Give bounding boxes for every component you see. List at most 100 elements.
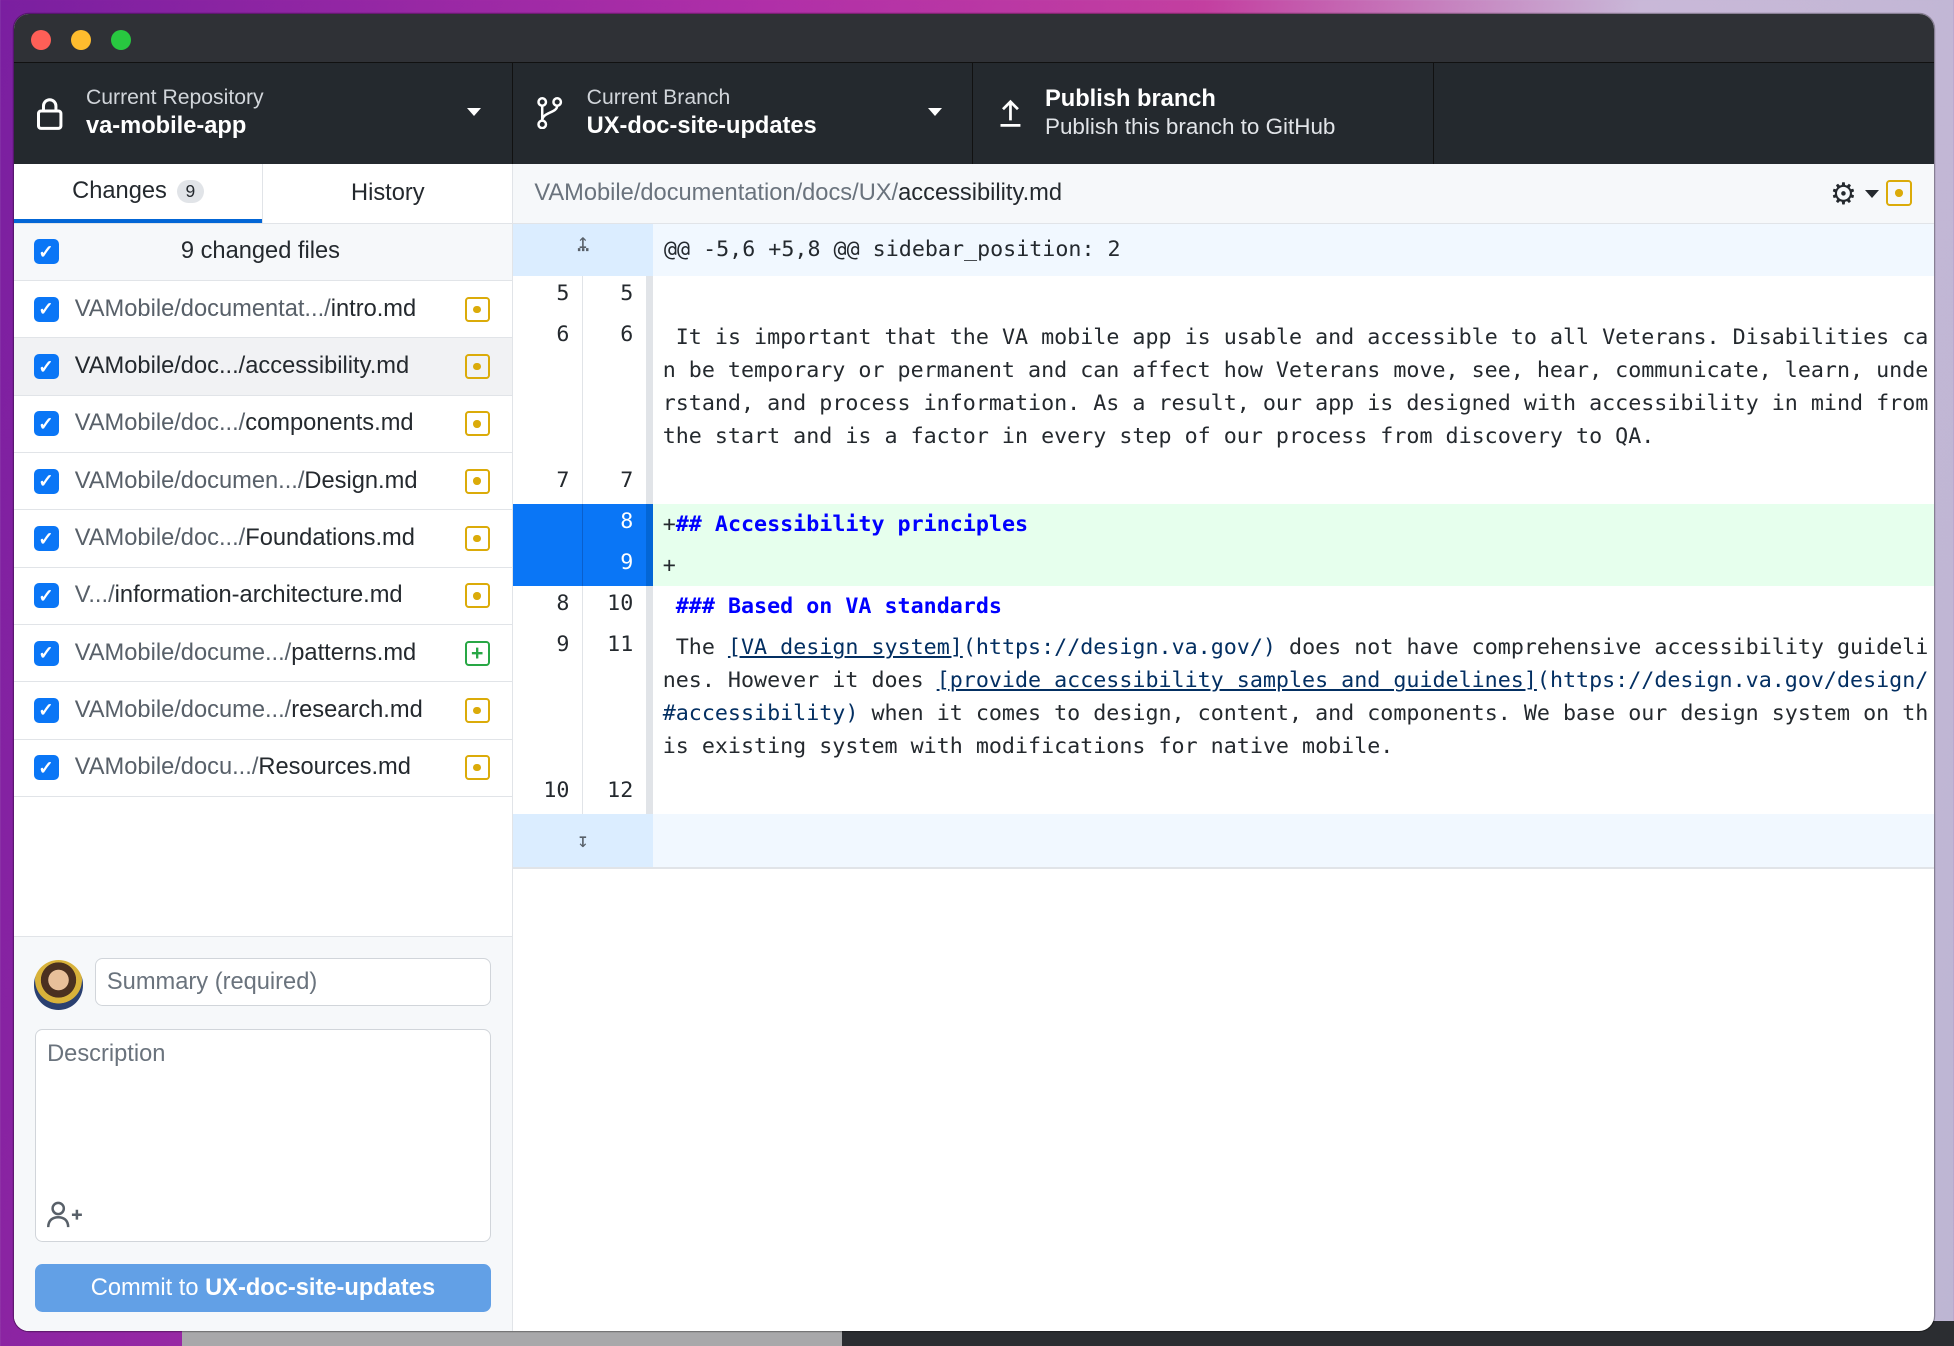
old-line-number[interactable]: 10 (513, 773, 583, 815)
file-path: VAMobile/doc.../accessibility.md (75, 353, 409, 380)
file-list-item[interactable]: ✓ VAMobile/docume.../research.md (13, 682, 513, 740)
select-all-checkbox[interactable]: ✓ (33, 239, 59, 265)
commit-button[interactable]: Commit to UX-doc-site-updates (34, 1264, 491, 1312)
chevron-down-icon[interactable] (1865, 190, 1880, 199)
file-path: VAMobile/doc.../components.md (75, 410, 414, 437)
branch-name: UX-doc-site-updates (586, 113, 817, 140)
diff-line-context: 8 10 ### Based on VA standards (513, 586, 1934, 628)
file-modified-icon (464, 353, 490, 380)
file-path-dir: VAMobile/documentation/docs/UX/ (534, 180, 899, 207)
old-line-number[interactable] (513, 504, 583, 546)
tab-changes[interactable]: Changes 9 (13, 164, 263, 223)
file-checkbox[interactable]: ✓ (33, 583, 59, 609)
file-checkbox[interactable]: ✓ (33, 468, 59, 494)
file-list-item[interactable]: ✓ VAMobile/docume.../patterns.md + (13, 625, 513, 683)
chevron-down-icon (928, 108, 943, 117)
file-modified-icon (1886, 180, 1912, 206)
description-placeholder: Description (47, 1041, 166, 1068)
zoom-window-button[interactable] (110, 29, 131, 50)
file-checkbox[interactable]: ✓ (33, 296, 59, 322)
tab-history[interactable]: History (262, 164, 512, 223)
close-window-button[interactable] (31, 29, 52, 50)
expand-footer: ↧ (513, 814, 1935, 869)
description-input[interactable]: Description (34, 1028, 491, 1242)
minimize-window-button[interactable] (71, 29, 91, 50)
avatar (33, 960, 84, 1011)
line-prefix (663, 594, 676, 619)
new-line-number[interactable]: 6 (583, 317, 653, 464)
file-name: intro.md (330, 295, 417, 322)
tab-changes-label: Changes (72, 178, 167, 205)
file-checkbox[interactable]: ✓ (33, 411, 59, 437)
file-modified-icon (464, 697, 490, 724)
line-text: The (662, 635, 728, 661)
file-path: VAMobile/docume.../research.md (75, 697, 423, 724)
file-checkbox[interactable]: ✓ (33, 755, 59, 781)
line-content (653, 276, 1934, 317)
gear-icon[interactable]: ⚙ (1830, 177, 1857, 212)
file-name: Resources.md (258, 754, 411, 781)
file-dir: VAMobile/doc.../ (74, 525, 246, 552)
line-content: It is important that the VA mobile app i… (653, 317, 1934, 463)
old-line-number[interactable]: 9 (513, 627, 583, 774)
new-line-number[interactable]: 7 (583, 463, 653, 505)
new-line-number[interactable]: 5 (583, 276, 653, 318)
commit-form: Summary (required) Description Commit to… (13, 935, 513, 1331)
add-coauthor-icon[interactable] (47, 1201, 84, 1228)
tab-history-label: History (351, 180, 425, 207)
publish-description: Publish this branch to GitHub (1045, 114, 1336, 140)
publish-branch-button[interactable]: Publish branch Publish this branch to Gi… (973, 63, 1434, 165)
changed-files-count: 9 changed files (180, 238, 340, 265)
markdown-link-url: (https://design.va.gov/) (962, 635, 1276, 661)
summary-input[interactable]: Summary (required) (94, 957, 491, 1007)
file-modified-icon (464, 755, 490, 781)
file-modified-icon (464, 583, 490, 609)
old-line-number[interactable]: 6 (513, 317, 583, 464)
old-line-number[interactable] (513, 545, 583, 587)
file-checkbox[interactable]: ✓ (33, 697, 59, 723)
file-list-item[interactable]: ✓ V.../information-architecture.md (13, 568, 513, 625)
new-line-number[interactable]: 9 (582, 545, 653, 587)
sidebar-tabs: Changes 9 History (13, 164, 513, 224)
file-path: V.../information-architecture.md (75, 582, 403, 609)
commit-button-prefix: Commit to (90, 1274, 206, 1301)
file-added-icon: + (464, 640, 490, 666)
diff-view: VAMobile/documentation/docs/UX/accessibi… (513, 164, 1935, 1331)
file-list-item[interactable]: ✓ VAMobile/documentat.../intro.md (13, 281, 513, 339)
file-dir: VAMobile/docume.../ (74, 696, 292, 723)
file-dir: VAMobile/doc.../ (74, 353, 246, 380)
file-checkbox[interactable]: ✓ (33, 640, 59, 666)
new-line-number[interactable]: 8 (582, 504, 653, 546)
old-line-number[interactable]: 5 (513, 276, 583, 318)
file-checkbox[interactable]: ✓ (33, 526, 59, 551)
new-line-number[interactable]: 11 (583, 627, 653, 774)
new-line-number[interactable]: 10 (583, 586, 653, 628)
changed-files-header: ✓ 9 changed files (13, 223, 513, 282)
markdown-heading: ### Based on VA standards (675, 594, 1002, 620)
current-repository-button[interactable]: Current Repository va-mobile-app (14, 63, 514, 165)
file-list-item[interactable]: ✓ VAMobile/doc.../accessibility.md (13, 338, 513, 396)
diff-line-context: 55 (513, 276, 1934, 318)
diff-line-added: 9 + (513, 545, 1935, 587)
toolbar: Current Repository va-mobile-app Current… (13, 62, 1935, 165)
file-list-item[interactable]: ✓ VAMobile/documen.../Design.md (13, 453, 513, 511)
file-list-item[interactable]: ✓ VAMobile/doc.../components.md (13, 396, 513, 454)
expand-up-icon[interactable]: ⋯ ↥ (513, 223, 653, 277)
commit-button-branch: UX-doc-site-updates (205, 1274, 436, 1301)
diff-line-context: 9 11 The [VA design system](https://desig… (513, 627, 1934, 774)
file-dir: VAMobile/docu.../ (74, 754, 259, 781)
file-list-item[interactable]: ✓ VAMobile/docu.../Resources.md (13, 740, 513, 797)
expand-down-icon[interactable]: ↧ (513, 814, 653, 867)
current-branch-button[interactable]: Current Branch UX-doc-site-updates (513, 63, 973, 165)
file-name: information-architecture.md (114, 582, 403, 609)
file-path: VAMobile/documen.../Design.md (75, 468, 418, 495)
new-line-number[interactable]: 12 (583, 773, 653, 815)
diff-line-context: 10 12 (513, 773, 1934, 815)
file-path-name: accessibility.md (898, 180, 1063, 207)
old-line-number[interactable]: 7 (513, 463, 583, 505)
markdown-link-text: [provide accessibility samples and guide… (936, 668, 1537, 694)
old-line-number[interactable]: 8 (513, 586, 583, 628)
file-checkbox[interactable]: ✓ (33, 354, 59, 380)
diff-line-context: 77 (513, 463, 1934, 505)
file-list-item[interactable]: ✓ VAMobile/doc.../Foundations.md (13, 510, 513, 568)
